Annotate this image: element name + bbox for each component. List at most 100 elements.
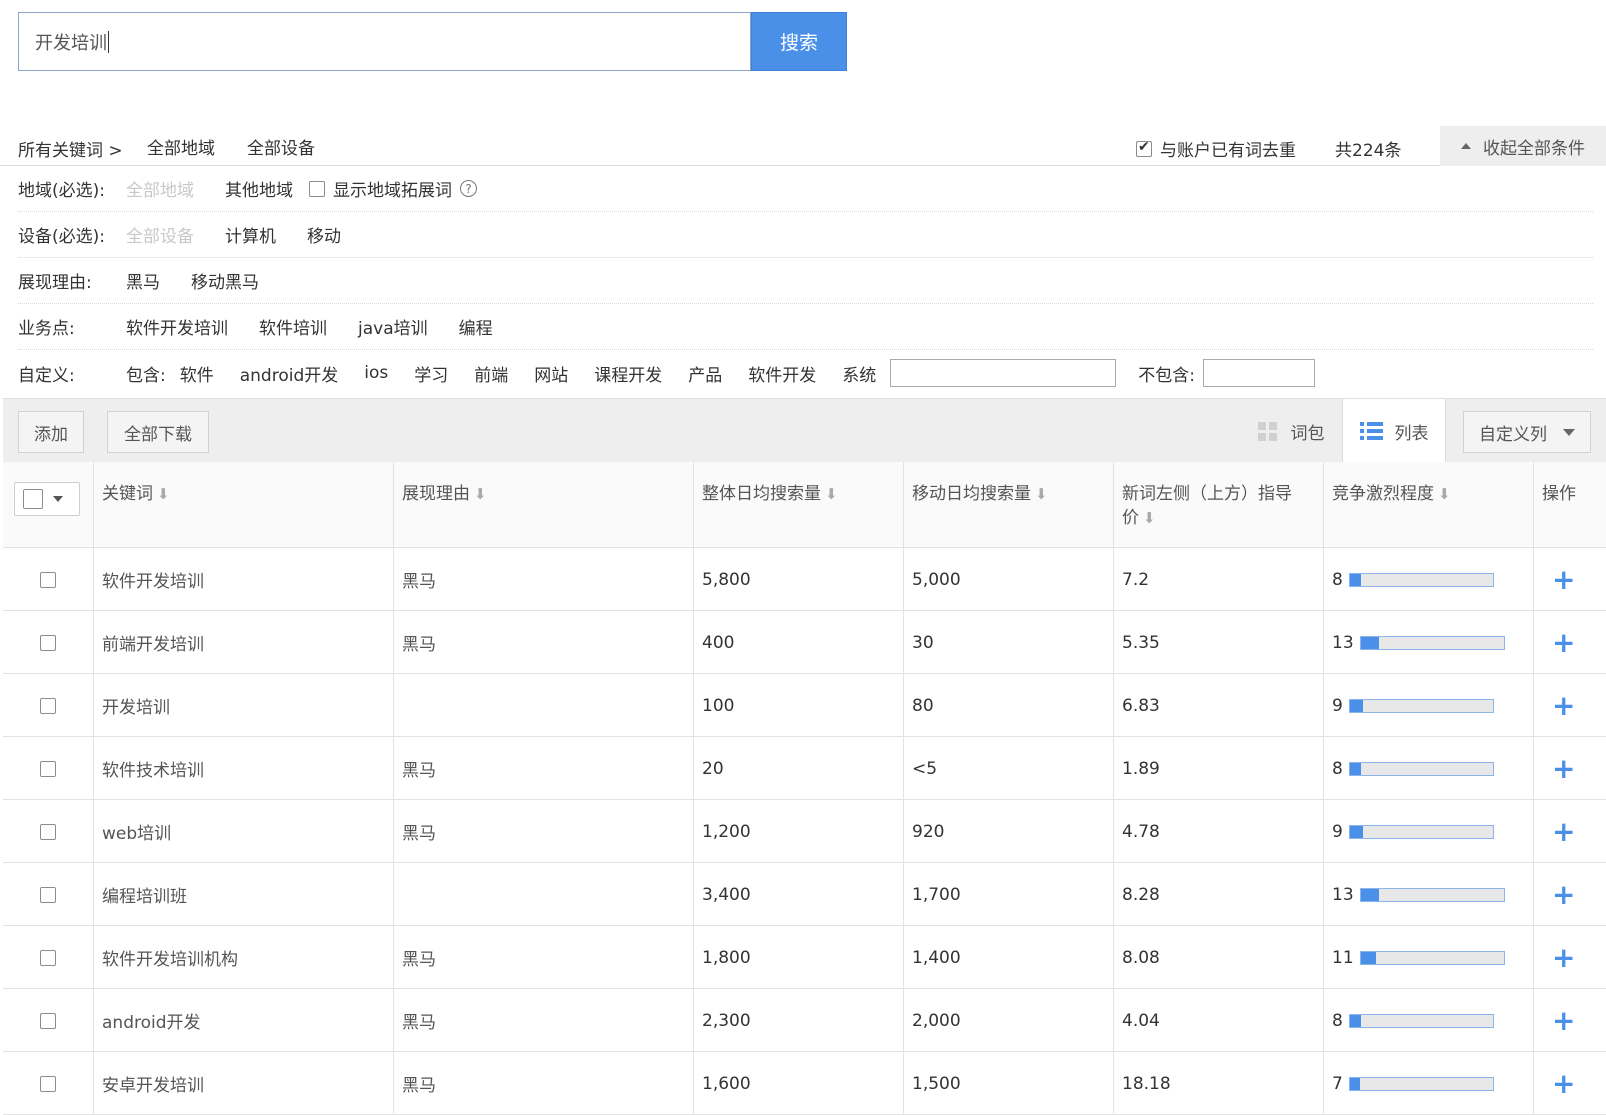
business-option[interactable]: 编程 <box>459 314 493 339</box>
sort-arrow-icon: ⬇ <box>1035 485 1048 503</box>
custom-option[interactable]: 课程开发 <box>594 361 662 386</box>
tab-list[interactable]: 列表 <box>1342 399 1446 463</box>
add-keyword-plus-icon[interactable]: + <box>1552 943 1575 972</box>
col-reason[interactable]: 展现理由 ⬇ <box>393 462 693 548</box>
breadcrumb-root[interactable]: 所有关键词 > <box>18 136 123 161</box>
add-keyword-plus-icon[interactable]: + <box>1552 1069 1575 1098</box>
region-option-other[interactable]: 其他地域 <box>225 176 293 201</box>
competition-cell: 8 <box>1323 548 1533 611</box>
device-option-computer[interactable]: 计算机 <box>225 222 276 247</box>
col-bid[interactable]: 新词左侧（上方）指导 价 ⬇ <box>1113 462 1323 548</box>
triangle-up-icon <box>1461 143 1471 149</box>
custom-columns-dropdown[interactable]: 自定义列 <box>1463 411 1591 453</box>
custom-option[interactable]: ios <box>364 363 388 383</box>
table-row: 软件开发培训 黑马 5,800 5,000 7.2 8 + <box>3 548 1606 611</box>
add-keyword-plus-icon[interactable]: + <box>1552 565 1575 594</box>
help-icon[interactable]: ? <box>460 180 477 197</box>
row-checkbox[interactable] <box>40 1012 56 1029</box>
device-option-all[interactable]: 全部设备 <box>126 222 194 247</box>
search-input[interactable]: 开发培训 <box>18 12 751 71</box>
add-keyword-plus-icon[interactable]: + <box>1552 754 1575 783</box>
row-select-cell <box>3 548 93 611</box>
keyword-cell: 开发培训 <box>93 674 393 737</box>
bid-cell: 4.78 <box>1113 800 1323 863</box>
collapse-all-button[interactable]: 收起全部条件 <box>1440 126 1606 166</box>
row-select-cell <box>3 611 93 674</box>
col-action: 操作 <box>1533 462 1606 548</box>
device-option-mobile[interactable]: 移动 <box>307 222 341 247</box>
row-checkbox[interactable] <box>40 697 56 714</box>
custom-option[interactable]: 软件 <box>180 361 214 386</box>
business-option[interactable]: 软件培训 <box>259 314 327 339</box>
custom-option[interactable]: 网站 <box>534 361 568 386</box>
daily-mobile-cell: 1,400 <box>903 926 1113 989</box>
table-row: 前端开发培训 黑马 400 30 5.35 13 + <box>3 611 1606 674</box>
row-checkbox[interactable] <box>40 1075 56 1092</box>
competition-cell: 7 <box>1323 1052 1533 1115</box>
sort-arrow-icon: ⬇ <box>825 485 838 503</box>
add-keyword-plus-icon[interactable]: + <box>1552 817 1575 846</box>
grid-icon <box>1257 421 1277 441</box>
reason-option-mobile-heima[interactable]: 移动黑马 <box>191 268 259 293</box>
col-keyword[interactable]: 关键词 ⬇ <box>93 462 393 548</box>
custom-include-input[interactable] <box>890 359 1117 387</box>
add-keyword-plus-icon[interactable]: + <box>1552 1006 1575 1035</box>
row-checkbox[interactable] <box>40 634 56 651</box>
keyword-cell: 前端开发培训 <box>93 611 393 674</box>
filter-reason: 展现理由: 黑马 移动黑马 <box>18 258 1593 304</box>
show-expand-region-checkbox[interactable] <box>309 180 325 197</box>
competition-bar-fill <box>1349 1014 1362 1027</box>
add-button[interactable]: 添加 <box>18 411 84 453</box>
col-bid-label-2: 价 <box>1122 508 1139 528</box>
action-cell: + <box>1533 800 1606 863</box>
row-checkbox[interactable] <box>40 760 56 777</box>
reason-cell: 黑马 <box>393 926 693 989</box>
breadcrumb-region[interactable]: 全部地域 <box>147 134 215 159</box>
dedupe-checkbox[interactable] <box>1136 139 1152 157</box>
bid-cell: 8.28 <box>1113 863 1323 926</box>
competition-cell: 8 <box>1323 737 1533 800</box>
select-all-checkbox[interactable] <box>23 489 43 509</box>
region-option-all[interactable]: 全部地域 <box>126 176 194 201</box>
competition-value: 7 <box>1332 1073 1343 1094</box>
custom-option[interactable]: 系统 <box>842 361 876 386</box>
reason-cell: 黑马 <box>393 611 693 674</box>
breadcrumb-device[interactable]: 全部设备 <box>247 134 315 159</box>
col-competition[interactable]: 竞争激烈程度 ⬇ <box>1323 462 1533 548</box>
row-checkbox[interactable] <box>40 823 56 840</box>
custom-option[interactable]: 前端 <box>474 361 508 386</box>
reason-option-heima[interactable]: 黑马 <box>126 268 160 293</box>
bid-cell: 1.89 <box>1113 737 1323 800</box>
custom-option[interactable]: 产品 <box>688 361 722 386</box>
tab-word-package[interactable]: 词包 <box>1240 399 1342 463</box>
custom-option[interactable]: 软件开发 <box>748 361 816 386</box>
col-daily-total[interactable]: 整体日均搜索量 ⬇ <box>693 462 903 548</box>
row-checkbox[interactable] <box>40 886 56 903</box>
select-all-dropdown[interactable] <box>14 482 80 516</box>
row-select-cell <box>3 863 93 926</box>
business-option[interactable]: java培训 <box>358 314 428 339</box>
custom-option[interactable]: 学习 <box>414 361 448 386</box>
col-daily-mobile[interactable]: 移动日均搜索量 ⬇ <box>903 462 1113 548</box>
custom-exclude-input[interactable] <box>1202 359 1315 387</box>
download-all-button[interactable]: 全部下载 <box>107 411 209 453</box>
add-keyword-plus-icon[interactable]: + <box>1552 691 1575 720</box>
competition-value: 9 <box>1332 821 1343 842</box>
table-row: android开发 黑马 2,300 2,000 4.04 8 + <box>3 989 1606 1052</box>
add-keyword-plus-icon[interactable]: + <box>1552 880 1575 909</box>
filter-device: 设备(必选): 全部设备 计算机 移动 <box>18 212 1593 258</box>
keyword-cell: 软件开发培训 <box>93 548 393 611</box>
daily-mobile-cell: 30 <box>903 611 1113 674</box>
keyword-table: 关键词 ⬇ 展现理由 ⬇ 整体日均搜索量 ⬇ 移动日均搜索量 ⬇ 新词左侧（上方）指导 … <box>3 462 1606 1115</box>
add-keyword-plus-icon[interactable]: + <box>1552 628 1575 657</box>
business-option[interactable]: 软件开发培训 <box>126 314 228 339</box>
row-checkbox[interactable] <box>40 571 56 588</box>
competition-value: 8 <box>1332 758 1343 779</box>
custom-option[interactable]: android开发 <box>240 361 339 386</box>
action-cell: + <box>1533 1052 1606 1115</box>
competition-value: 8 <box>1332 1010 1343 1031</box>
row-checkbox[interactable] <box>40 949 56 966</box>
dedupe-toggle[interactable]: 与账户已有词去重 <box>1136 136 1296 161</box>
search-button[interactable]: 搜索 <box>751 12 847 71</box>
list-icon <box>1359 422 1383 440</box>
